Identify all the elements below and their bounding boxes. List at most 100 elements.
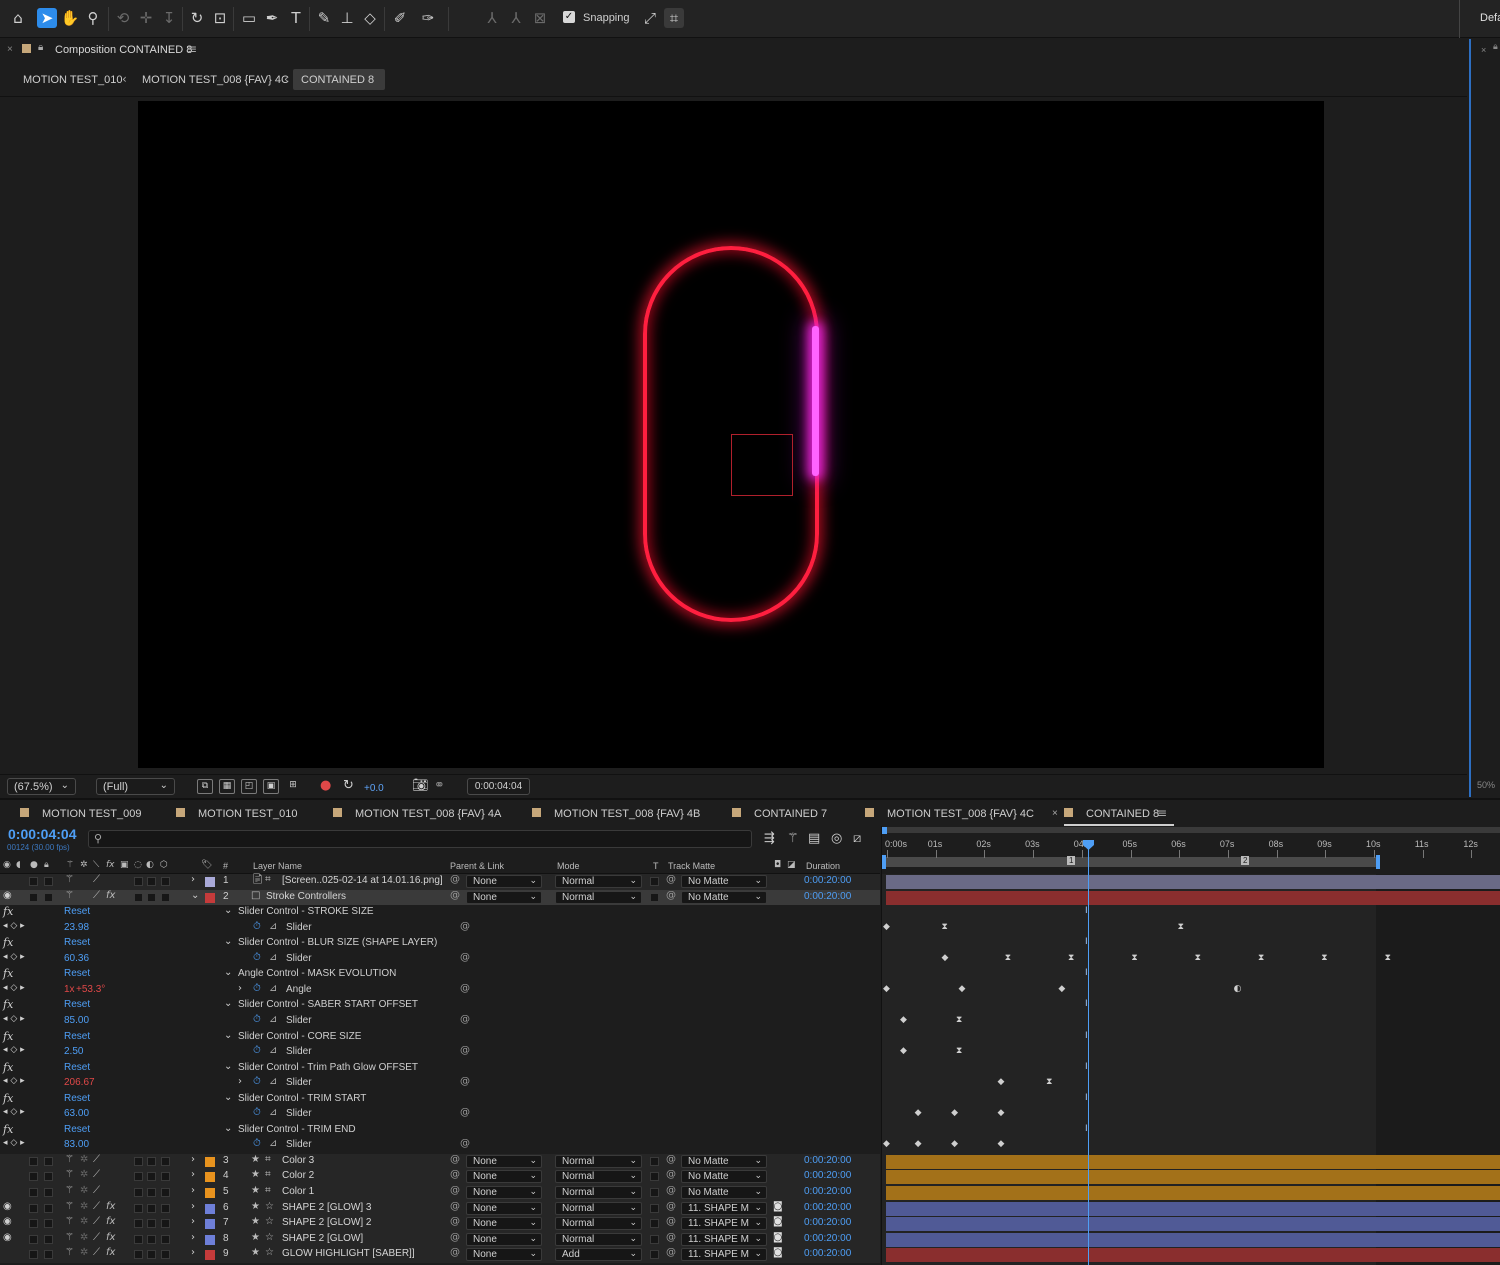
breadcrumb-item[interactable]: MOTION TEST_010 xyxy=(23,74,122,86)
orbit-camera-icon[interactable]: ⟲ xyxy=(113,8,133,28)
keyframe[interactable]: ⧗ xyxy=(1258,953,1264,963)
keyframe[interactable]: ⧗ xyxy=(941,922,947,932)
lock-toggle[interactable] xyxy=(44,1172,53,1182)
pick-whip-icon[interactable]: @ xyxy=(460,1138,470,1149)
motion-blur-toggle[interactable] xyxy=(134,892,143,902)
layer-name[interactable]: Color 3 xyxy=(282,1155,314,1166)
tab-contained-7[interactable]: CONTAINED 7 xyxy=(732,800,842,826)
view-axis-icon[interactable]: ⊠ xyxy=(530,8,550,28)
lock-icon[interactable]: 🔒︎ xyxy=(38,42,43,53)
parent-dropdown[interactable]: None ⌄ xyxy=(466,1170,542,1184)
pick-whip-icon[interactable]: @ xyxy=(460,983,470,994)
keyframe-navigator[interactable]: ◂ ◇ ▸ xyxy=(3,952,25,962)
blend-mode-dropdown[interactable]: Normal ⌄ xyxy=(555,1170,642,1184)
workspace-label[interactable]: Defa xyxy=(1480,12,1500,24)
property-value[interactable]: 63.00 xyxy=(64,1108,89,1119)
stopwatch-icon[interactable]: ⏱︎ xyxy=(253,1014,261,1025)
keyframe[interactable]: ◆ xyxy=(1058,984,1065,994)
layer-duration-bar[interactable] xyxy=(886,890,1500,905)
layer-row[interactable]: ⚚ ✲ ⟋ › 5 ★ ⌗ Color 1 @ None ⌄ Normal ⌄ @ No Matte ⌄ 0:0… xyxy=(0,1185,880,1201)
solo-toggle[interactable] xyxy=(29,1234,38,1244)
quality-icon[interactable]: ⟋ xyxy=(93,1169,100,1180)
shy-icon[interactable]: ⚚ xyxy=(65,890,74,901)
layer-duration-bar[interactable] xyxy=(886,1217,1500,1232)
chevron-right-icon[interactable]: › xyxy=(238,983,242,994)
quality-icon[interactable]: ⟍ xyxy=(93,860,99,870)
column-layer-name[interactable]: Layer Name xyxy=(253,861,302,871)
keyframe[interactable]: ◆ xyxy=(958,984,965,994)
chevron-down-icon[interactable]: ⌄ xyxy=(224,998,232,1009)
close-icon[interactable]: × xyxy=(1052,808,1058,819)
keyframe-navigator[interactable]: ◂ ◇ ▸ xyxy=(3,1138,25,1148)
adjustment-toggle[interactable] xyxy=(147,892,156,902)
chevron-down-icon[interactable]: ⌄ xyxy=(224,967,232,978)
track-matte-dropdown[interactable]: 11. SHAPE M ⌄ xyxy=(681,1248,767,1262)
shy-icon[interactable]: ⚚ xyxy=(65,1169,74,1180)
alpha-matte-icon[interactable]: ◙ xyxy=(773,1232,783,1243)
pick-whip-icon[interactable]: @ xyxy=(460,921,470,932)
alpha-matte-icon[interactable]: ◙ xyxy=(773,1247,783,1258)
layer-duration-bar[interactable] xyxy=(886,875,1500,889)
pick-whip-icon[interactable]: @ xyxy=(450,1232,460,1243)
fx-icon[interactable]: fx xyxy=(106,1247,115,1258)
lock-toggle[interactable] xyxy=(44,1250,53,1260)
pick-whip-icon[interactable]: @ xyxy=(666,1216,676,1227)
label-color-swatch[interactable] xyxy=(205,1219,215,1230)
adjustment-toggle[interactable] xyxy=(147,1250,156,1260)
layer-name[interactable]: [Screen..025-02-14 at 14.01.16.png] xyxy=(282,875,443,886)
parent-dropdown[interactable]: None ⌄ xyxy=(466,890,542,904)
3d-toggle[interactable] xyxy=(161,892,170,902)
parent-dropdown[interactable]: None ⌄ xyxy=(466,1186,542,1199)
layer-duration-bar[interactable] xyxy=(886,1201,1500,1216)
motion-blur-icon[interactable]: ◌ xyxy=(134,860,142,870)
motion-blur-toggle[interactable] xyxy=(134,1172,143,1182)
pick-whip-icon[interactable]: @ xyxy=(666,1247,676,1258)
pick-whip-icon[interactable]: @ xyxy=(460,1076,470,1087)
solo-toggle[interactable] xyxy=(29,1250,38,1260)
chevron-right-icon[interactable]: › xyxy=(191,1216,195,1227)
keyframe[interactable]: ◆ xyxy=(951,1108,958,1118)
motion-blur-toggle[interactable] xyxy=(134,1234,143,1244)
keyframe[interactable]: ◆ xyxy=(951,1139,958,1149)
navigator-start-handle[interactable] xyxy=(882,827,887,834)
fx-icon[interactable]: fx xyxy=(3,967,13,980)
keyframe-navigator[interactable]: ◂ ◇ ▸ xyxy=(3,1076,25,1086)
pick-whip-icon[interactable]: @ xyxy=(460,952,470,963)
3d-toggle[interactable] xyxy=(161,877,170,886)
keyframe[interactable]: ◆ xyxy=(883,922,890,932)
preserve-transparency-toggle[interactable] xyxy=(650,1203,659,1213)
pick-whip-icon[interactable]: @ xyxy=(460,1107,470,1118)
pan-behind-tool-icon[interactable]: ⊡ xyxy=(210,8,230,28)
graph-icon[interactable]: ⊿ xyxy=(269,952,277,963)
layer-duration-bar[interactable] xyxy=(886,1186,1500,1200)
lock-toggle[interactable] xyxy=(44,1234,53,1244)
solo-toggle[interactable] xyxy=(29,1172,38,1182)
graph-icon[interactable]: ⊿ xyxy=(269,1138,277,1149)
pick-whip-icon[interactable]: @ xyxy=(666,1185,676,1196)
panel-menu-icon[interactable]: ≡ xyxy=(187,42,197,56)
selection-tool-icon[interactable]: ➤ xyxy=(37,8,57,28)
pick-whip-icon[interactable]: @ xyxy=(666,874,676,885)
layer-duration[interactable]: 0:00:20:00 xyxy=(804,891,851,902)
eye-icon[interactable]: ◉ xyxy=(3,1201,12,1212)
stopwatch-icon[interactable]: ⏱︎ xyxy=(253,1107,261,1118)
fx-icon[interactable]: fx xyxy=(106,890,115,901)
exposure-value[interactable]: +0.0 xyxy=(364,783,384,794)
keyframe[interactable]: ◐ xyxy=(1234,984,1242,994)
collapse-icon[interactable]: ✲ xyxy=(80,1169,88,1180)
property-value[interactable]: 206.67 xyxy=(64,1077,95,1088)
matte-invert-icon[interactable]: ◪ xyxy=(787,860,796,870)
reset-link[interactable]: Reset xyxy=(64,1031,90,1042)
motion-blur-toggle[interactable] xyxy=(134,1188,143,1197)
label-tag-icon[interactable]: 🏷︎ xyxy=(201,860,212,870)
lock-toggle[interactable] xyxy=(44,892,53,902)
keyframe[interactable]: ◆ xyxy=(900,1015,907,1025)
keyframe[interactable]: ⧗ xyxy=(1385,953,1391,963)
collapse-icon[interactable]: ✲ xyxy=(80,860,88,870)
keyframe[interactable]: ◆ xyxy=(883,1139,890,1149)
shy-icon[interactable]: ⚚ xyxy=(65,1185,74,1196)
shy-icon[interactable]: ⚚ xyxy=(65,1247,74,1258)
layer-row[interactable]: ◉ ⚚ ✲ ⟋ fx › 7 ★ ☆ SHAPE 2 [GLOW] 2 @ None ⌄ Normal ⌄ @… xyxy=(0,1216,880,1232)
layer-row[interactable]: ◉ ⚚ ✲ ⟋ fx › 6 ★ ☆ SHAPE 2 [GLOW] 3 @ None ⌄ Normal ⌄ @… xyxy=(0,1200,880,1217)
3d-toggle[interactable] xyxy=(161,1219,170,1229)
